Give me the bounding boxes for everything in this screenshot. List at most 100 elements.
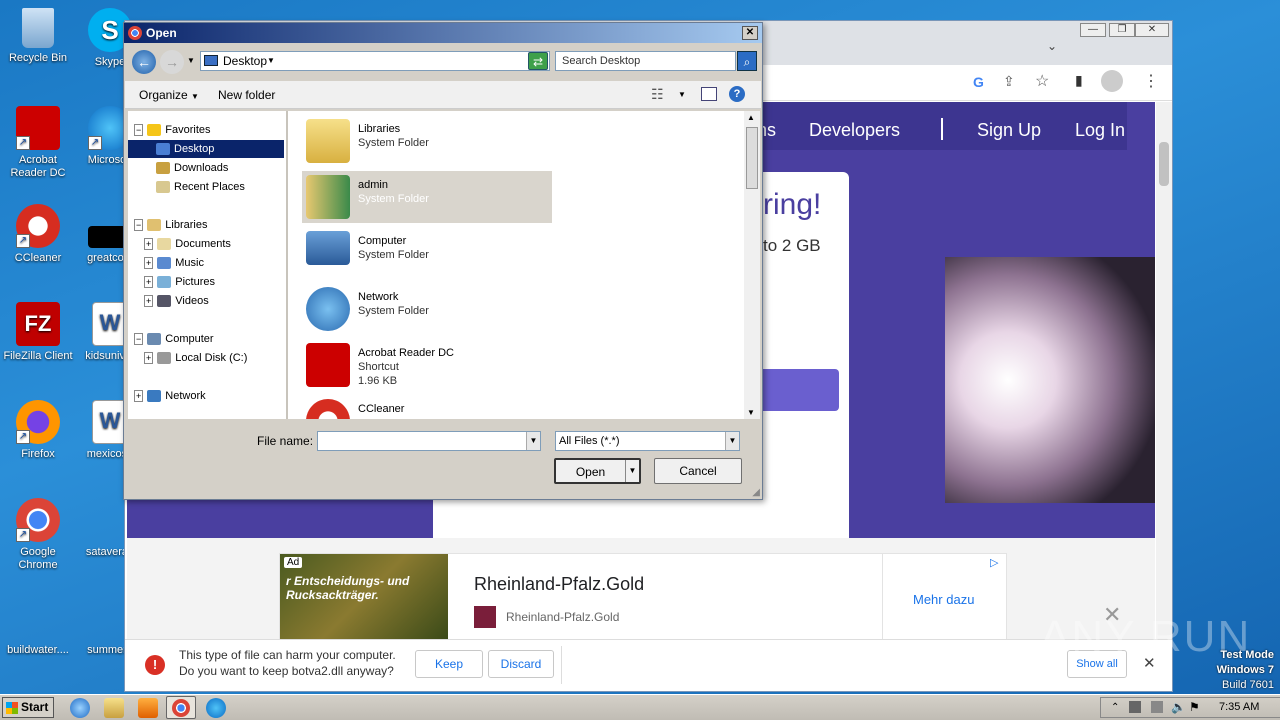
start-label: Start	[21, 700, 49, 714]
chevron-down-icon[interactable]: ▼	[526, 432, 540, 450]
volume-tray-icon[interactable]: 🔈	[1171, 698, 1186, 717]
organize-button[interactable]: Organize ▼	[139, 88, 199, 102]
page-scrollbar[interactable]	[1156, 102, 1172, 658]
chevron-down-icon[interactable]: ▼	[725, 432, 739, 450]
adchoices-icon[interactable]: ▷	[990, 556, 998, 569]
file-item-libraries[interactable]: Libraries System Folder	[302, 115, 552, 167]
desktop-icon-firefox[interactable]: ↗ Firefox	[0, 400, 76, 461]
expand-icon[interactable]: +	[144, 238, 154, 250]
ad-title[interactable]: Rheinland-Pfalz.Gold	[474, 574, 644, 595]
nav-item-videos[interactable]: + Videos	[144, 292, 209, 310]
open-label: Open	[575, 465, 606, 479]
nav-item-network[interactable]: + Network	[134, 387, 206, 405]
desktop-icon-chrome[interactable]: ↗ Google Chrome	[0, 498, 76, 572]
refresh-button[interactable]: ⇄	[528, 52, 548, 70]
file-item-computer[interactable]: Computer System Folder	[302, 227, 552, 279]
ad-banner[interactable]: Ad r Entscheidungs- und Rucksackträger. …	[279, 553, 1007, 641]
media-player-icon[interactable]	[138, 698, 158, 718]
resize-grip-icon[interactable]: ◢	[752, 487, 760, 498]
file-type-select[interactable]: All Files (*.*) ▼	[555, 431, 740, 451]
discard-button[interactable]: Discard	[488, 650, 554, 678]
nav-link-sign-up[interactable]: Sign Up	[977, 120, 1041, 141]
address-breadcrumb-chevron-icon[interactable]: ▼	[267, 52, 275, 70]
nav-item-recent-places[interactable]: Recent Places	[156, 178, 245, 196]
open-dialog: Open ✕ ← → ▼ Desktop ▼ ▼ ⇄ Search Deskto…	[123, 22, 763, 500]
change-view-icon[interactable]: ☷	[651, 86, 664, 103]
tray-app-icon[interactable]	[1129, 701, 1141, 713]
nav-item-local-disk[interactable]: + Local Disk (C:)	[144, 349, 247, 367]
expand-icon[interactable]: +	[144, 257, 154, 269]
cancel-button[interactable]: Cancel	[654, 458, 742, 484]
file-item-admin[interactable]: admin System Folder	[302, 171, 552, 223]
start-button[interactable]: Start	[2, 697, 54, 718]
scroll-down-icon[interactable]: ▼	[747, 408, 755, 417]
view-options-chevron-icon[interactable]: ▼	[678, 90, 686, 99]
system-tray: ⌃ 🔈 ⚑ 7:35 AM	[1100, 697, 1280, 718]
bookmark-star-icon[interactable]: ☆	[1035, 71, 1049, 91]
desktop-icon-filezilla[interactable]: FZ FileZilla Client	[0, 302, 76, 363]
nav-item-computer[interactable]: − Computer	[134, 330, 214, 348]
expand-icon[interactable]: +	[144, 276, 154, 288]
hero-cta-button[interactable]	[753, 369, 839, 411]
nav-link-log-in[interactable]: Log In	[1075, 120, 1125, 141]
tab-search-icon[interactable]: ⌄	[1047, 39, 1057, 53]
nav-item-favorites[interactable]: − Favorites	[134, 121, 211, 139]
search-icon[interactable]: ⌕	[737, 51, 757, 71]
collapse-icon[interactable]: −	[134, 333, 144, 345]
forward-button[interactable]: →	[160, 50, 184, 74]
desktop-icon-recycle-bin[interactable]: Recycle Bin	[0, 8, 76, 65]
nav-link-developers[interactable]: Developers	[809, 120, 900, 141]
keep-button[interactable]: Keep	[415, 650, 483, 678]
collapse-icon[interactable]: −	[134, 124, 144, 136]
expand-icon[interactable]: +	[144, 352, 154, 364]
ie-icon[interactable]	[70, 698, 90, 718]
nav-item-documents[interactable]: + Documents	[144, 235, 231, 253]
expand-icon[interactable]: +	[144, 295, 154, 307]
google-icon[interactable]: G	[973, 74, 984, 90]
search-input[interactable]: Search Desktop	[555, 51, 736, 71]
file-list-scrollbar[interactable]: ▲ ▼	[744, 111, 760, 419]
help-icon[interactable]: ?	[729, 86, 745, 102]
address-bar[interactable]: Desktop ▼ ▼	[200, 51, 550, 71]
desktop-icon-acrobat[interactable]: ↗ Acrobat Reader DC	[0, 106, 76, 180]
file-item-network[interactable]: Network System Folder	[302, 283, 552, 335]
scrollbar-thumb[interactable]	[1159, 142, 1169, 186]
nav-item-libraries[interactable]: − Libraries	[134, 216, 207, 234]
new-folder-button[interactable]: New folder	[218, 88, 275, 102]
nav-item-downloads[interactable]: Downloads	[156, 159, 228, 177]
back-button[interactable]: ←	[132, 50, 156, 74]
nav-item-desktop[interactable]: Desktop	[128, 140, 284, 158]
menu-kebab-icon[interactable]: ⋮	[1143, 71, 1159, 91]
nav-item-music[interactable]: + Music	[144, 254, 204, 272]
nav-item-pictures[interactable]: + Pictures	[144, 273, 215, 291]
scroll-up-icon[interactable]: ▲	[747, 113, 755, 122]
recent-pages-chevron-icon[interactable]: ▼	[187, 56, 195, 65]
close-button[interactable]: ✕	[1135, 23, 1169, 37]
tray-chevron-icon[interactable]: ⌃	[1111, 698, 1119, 717]
desktop-icon-ccleaner[interactable]: ↗ CCleaner	[0, 204, 76, 265]
desktop-icon-buildwater[interactable]: buildwater....	[0, 596, 76, 657]
explorer-icon[interactable]	[104, 698, 124, 718]
minimize-button[interactable]: —	[1080, 23, 1106, 37]
file-item-acrobat[interactable]: Acrobat Reader DC Shortcut 1.96 KB	[302, 339, 552, 391]
open-split-chevron-icon[interactable]: ▼	[625, 460, 639, 482]
watermark-line2: Windows 7	[1216, 664, 1274, 676]
scrollbar-thumb[interactable]	[746, 127, 758, 189]
ad-cta-link[interactable]: Mehr dazu	[913, 592, 974, 607]
open-button[interactable]: Open ▼	[554, 458, 641, 484]
file-item-ccleaner[interactable]: CCleaner	[302, 395, 552, 419]
collapse-icon[interactable]: −	[134, 219, 144, 231]
share-icon[interactable]: ⇪	[1003, 73, 1015, 90]
preview-pane-icon[interactable]	[701, 87, 717, 101]
file-name-input[interactable]: ▼	[317, 431, 541, 451]
maximize-button[interactable]: ❐	[1109, 23, 1135, 37]
nav-divider	[941, 118, 943, 140]
network-tray-icon[interactable]	[1151, 701, 1163, 713]
expand-icon[interactable]: +	[134, 390, 144, 402]
flag-tray-icon[interactable]: ⚑	[1189, 698, 1200, 717]
edge-icon[interactable]	[206, 698, 226, 718]
profile-avatar-icon[interactable]	[1101, 70, 1123, 92]
dialog-close-button[interactable]: ✕	[742, 26, 758, 40]
side-panel-icon[interactable]: ▮	[1075, 72, 1083, 89]
clock[interactable]: 7:35 AM	[1219, 698, 1259, 717]
